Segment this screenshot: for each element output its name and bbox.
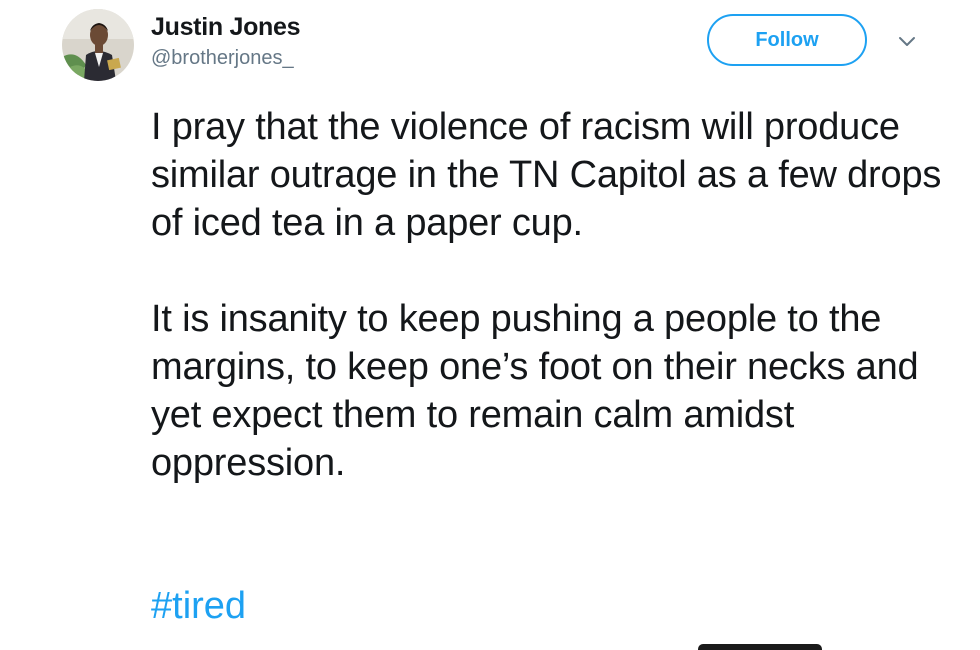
display-name[interactable]: Justin Jones	[151, 12, 301, 42]
profile-photo-icon	[62, 9, 134, 81]
tweet-text: I pray that the violence of racism will …	[151, 103, 951, 487]
tweet-paragraph: I pray that the violence of racism will …	[151, 106, 942, 244]
author-block: Justin Jones @brotherjones_	[151, 12, 301, 71]
follow-button[interactable]: Follow	[707, 14, 867, 66]
tweet-card: Justin Jones @brotherjones_ Follow I pra…	[0, 0, 980, 650]
username-handle[interactable]: @brotherjones_	[151, 45, 300, 71]
avatar[interactable]	[62, 9, 134, 81]
tweet-paragraph: It is insanity to keep pushing a people …	[151, 298, 919, 484]
embedded-media-edge	[698, 644, 822, 650]
chevron-down-icon[interactable]	[896, 34, 918, 50]
hashtag-link[interactable]: #tired	[151, 582, 246, 630]
